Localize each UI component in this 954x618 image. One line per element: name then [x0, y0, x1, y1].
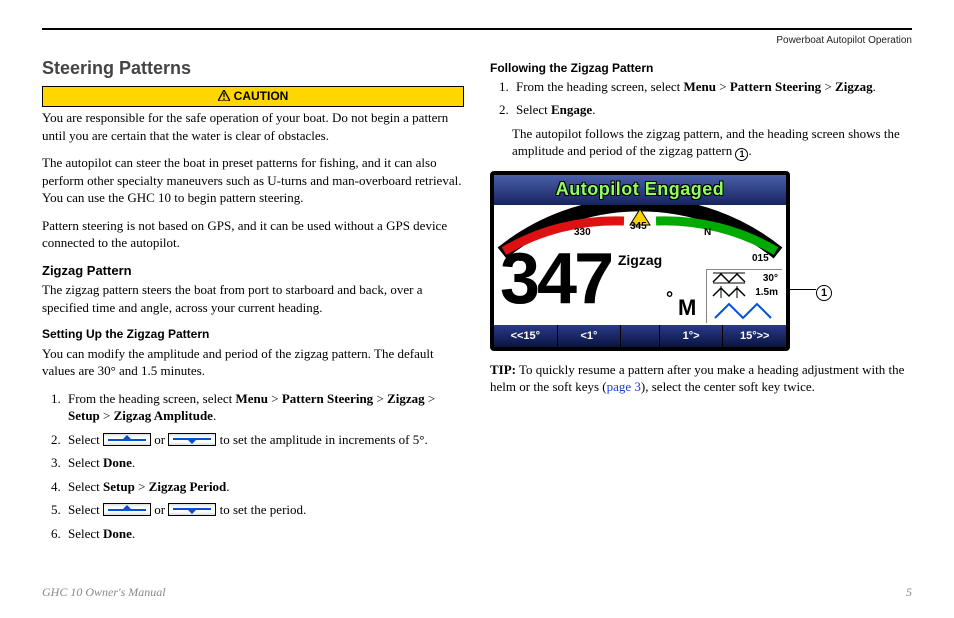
tick-345: 345: [630, 221, 647, 232]
page-number: 5: [906, 584, 912, 600]
section-header: Powerboat Autopilot Operation: [42, 34, 912, 48]
caution-text: You are responsible for the safe operati…: [42, 109, 464, 144]
callout-line: [786, 289, 816, 290]
tip-label: TIP:: [490, 362, 516, 377]
page-footer: GHC 10 Owner's Manual 5: [42, 584, 912, 600]
follow-steps: From the heading screen, select Menu > P…: [490, 78, 912, 119]
zigzag-preview-icon: [711, 300, 781, 322]
header-rule: [42, 28, 912, 30]
manual-title: GHC 10 Owner's Manual: [42, 584, 166, 600]
autopilot-screen: Autopilot Engaged 15 330 345 N 015: [490, 171, 810, 350]
intro-paragraph-1: The autopilot can steer the boat in pres…: [42, 154, 464, 207]
caution-label: CAUTION: [234, 89, 289, 103]
caution-banner: CAUTION: [42, 86, 464, 107]
mode-label: Zigzag: [618, 251, 662, 270]
tick-n: N: [704, 227, 711, 238]
warning-icon: [218, 89, 230, 105]
setup-description: You can modify the amplitude and period …: [42, 345, 464, 380]
heading-value: 347: [500, 231, 611, 328]
step-3: Select Done.: [64, 454, 464, 472]
zigzag-description: The zigzag pattern steers the boat from …: [42, 281, 464, 316]
follow-step-1: From the heading screen, select Menu > P…: [512, 78, 912, 96]
arrow-down-icon: [168, 503, 216, 516]
setup-steps: From the heading screen, select Menu > P…: [42, 390, 464, 543]
page-title: Steering Patterns: [42, 56, 464, 80]
page-3-link[interactable]: page 3: [607, 379, 641, 394]
callout-1: 1: [816, 281, 832, 301]
right-column: Following the Zigzag Pattern From the he…: [490, 56, 912, 553]
intro-paragraph-2: Pattern steering is not based on GPS, an…: [42, 217, 464, 252]
follow-heading: Following the Zigzag Pattern: [490, 60, 912, 76]
step-1: From the heading screen, select Menu > P…: [64, 390, 464, 425]
step-6: Select Done.: [64, 525, 464, 543]
follow-result: The autopilot follows the zigzag pattern…: [512, 125, 912, 162]
heading-unit: M: [678, 293, 696, 323]
step-2: Select or to set the amplitude in increm…: [64, 431, 464, 449]
zigzag-info-box: 30° 1.5m: [706, 269, 782, 323]
callout-1-inline: 1: [735, 148, 748, 161]
follow-step-2: Select Engage.: [512, 101, 912, 119]
arrow-up-icon: [103, 503, 151, 516]
softkey-center[interactable]: [621, 325, 660, 347]
step-5: Select or to set the period.: [64, 501, 464, 519]
tick-015: 015: [752, 253, 769, 263]
softkey-right-1[interactable]: 1°>: [660, 325, 724, 347]
arrow-down-icon: [168, 433, 216, 446]
degree-icon: °: [666, 286, 673, 310]
step-4: Select Setup > Zigzag Period.: [64, 478, 464, 496]
setup-heading: Setting Up the Zigzag Pattern: [42, 326, 464, 342]
amplitude-value: 30°: [763, 272, 778, 286]
left-column: Steering Patterns CAUTION You are respon…: [42, 56, 464, 553]
softkey-right-15[interactable]: 15°>>: [723, 325, 786, 347]
screen-title: Autopilot Engaged: [494, 175, 786, 204]
zigzag-heading: Zigzag Pattern: [42, 262, 464, 280]
tip-paragraph: TIP: To quickly resume a pattern after y…: [490, 361, 912, 396]
arrow-up-icon: [103, 433, 151, 446]
period-value: 1.5m: [755, 286, 778, 300]
